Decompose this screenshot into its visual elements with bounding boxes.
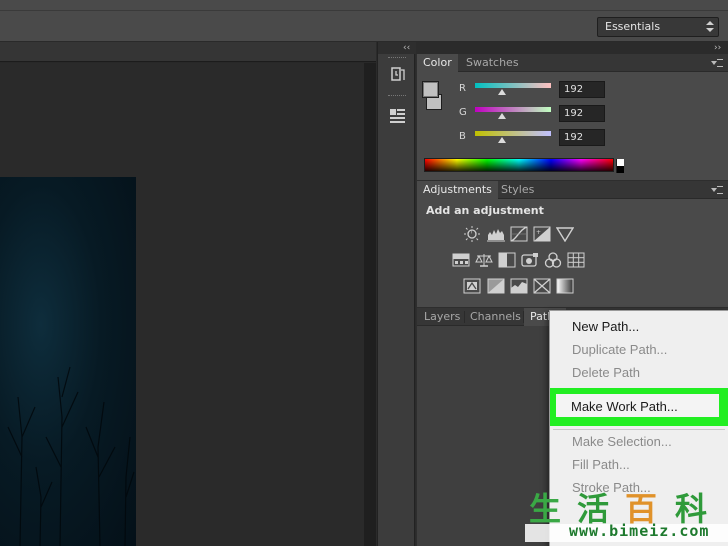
green-channel-label: G — [459, 107, 467, 118]
updown-arrow-icon — [706, 21, 714, 33]
tab-adjustments[interactable]: Adjustments — [417, 181, 498, 199]
invert-icon[interactable] — [463, 278, 481, 294]
adjustments-title: Add an adjustment — [426, 204, 544, 217]
blue-channel-label: B — [459, 131, 466, 142]
spectrum-shade — [425, 159, 613, 171]
tab-color[interactable]: Color — [417, 54, 458, 72]
collapse-dock-icon[interactable]: ‹‹ — [403, 43, 410, 53]
svg-text:生: 生 — [529, 490, 561, 526]
red-value-field[interactable]: 192 — [559, 81, 605, 98]
svg-text:+: + — [536, 229, 541, 236]
photo-filter-icon[interactable] — [521, 252, 539, 268]
exposure-icon[interactable]: + — [533, 226, 551, 242]
tab-swatches[interactable]: Swatches — [460, 54, 525, 72]
threshold-icon[interactable] — [510, 278, 528, 294]
brightness-contrast-icon[interactable] — [463, 226, 481, 242]
menu-item-make-work-path[interactable]: Make Work Path... — [571, 399, 678, 414]
tab-styles[interactable]: Styles — [495, 181, 540, 199]
tab-channels[interactable]: Channels — [464, 308, 527, 326]
menu-separator — [553, 429, 725, 430]
watermark-url: www.bimeiz.com — [569, 522, 710, 540]
workspace-switcher-label: Essentials — [605, 20, 661, 33]
foreground-color-swatch[interactable] — [422, 81, 439, 98]
dock-header: ‹‹ — [378, 42, 416, 54]
menu-item-new-path[interactable]: New Path... — [572, 319, 639, 334]
site-watermark: 生 活 百 科 www.bimeiz.com — [525, 486, 728, 546]
color-panel: Color Swatches R 192 G 192 B 192 — [417, 54, 728, 180]
document-image[interactable] — [0, 177, 136, 546]
menu-item-fill-path: Fill Path... — [572, 457, 630, 472]
color-panel-tabs: Color Swatches — [417, 54, 728, 72]
dock-grip[interactable] — [388, 57, 406, 59]
green-value-field[interactable]: 192 — [559, 105, 605, 122]
red-slider[interactable] — [475, 83, 551, 88]
menu-item-make-selection: Make Selection... — [572, 434, 672, 449]
channel-mixer-icon[interactable] — [544, 252, 562, 268]
curves-icon[interactable] — [510, 226, 528, 242]
document-tab-strip — [0, 42, 376, 62]
posterize-icon[interactable] — [487, 278, 505, 294]
watermark-logo: 生 活 百 科 — [529, 490, 707, 528]
panel-column-header: ›› — [416, 42, 728, 54]
menu-item-duplicate-path: Duplicate Path... — [572, 342, 668, 357]
black-white-ramp[interactable] — [616, 159, 624, 173]
svg-text:活: 活 — [577, 490, 609, 526]
adjustments-panel: Adjustments Styles Add an adjustment + — [417, 181, 728, 307]
workspace-switcher[interactable]: Essentials — [597, 17, 719, 37]
panel-menu-icon[interactable] — [711, 57, 723, 67]
color-lookup-icon[interactable] — [567, 252, 585, 268]
tab-layers[interactable]: Layers — [418, 308, 466, 326]
properties-icon[interactable] — [384, 102, 410, 128]
panel-menu-icon[interactable] — [711, 184, 723, 194]
tree-silhouette-image — [7, 366, 135, 546]
expand-panels-icon[interactable]: ›› — [714, 43, 721, 53]
gradient-map-icon[interactable] — [556, 278, 574, 294]
menu-bar-divider — [0, 10, 728, 11]
blue-value-field[interactable]: 192 — [559, 129, 605, 146]
red-slider-thumb[interactable] — [498, 89, 506, 95]
green-slider-thumb[interactable] — [498, 113, 506, 119]
color-spectrum-bar[interactable] — [424, 158, 624, 173]
blue-slider-thumb[interactable] — [498, 137, 506, 143]
red-channel-label: R — [459, 83, 466, 94]
levels-icon[interactable] — [487, 226, 505, 242]
selective-color-icon[interactable] — [533, 278, 551, 294]
blue-slider[interactable] — [475, 131, 551, 136]
menu-item-delete-path: Delete Path — [572, 365, 640, 380]
dock-grip[interactable] — [388, 95, 406, 97]
svg-text:科: 科 — [675, 490, 707, 526]
vertical-scrollbar[interactable] — [364, 63, 376, 546]
collapsed-panel-dock: ‹‹ — [377, 42, 416, 546]
options-bar: Essentials — [0, 0, 728, 42]
vibrance-icon[interactable] — [452, 252, 470, 268]
green-slider[interactable] — [475, 107, 551, 112]
svg-text:百: 百 — [625, 490, 657, 526]
history-icon[interactable] — [384, 62, 410, 88]
adjustments-panel-tabs: Adjustments Styles — [417, 181, 728, 199]
color-balance-icon[interactable] — [475, 252, 493, 268]
gradient-triangle-icon[interactable] — [555, 226, 575, 243]
black-white-icon[interactable] — [498, 252, 516, 268]
